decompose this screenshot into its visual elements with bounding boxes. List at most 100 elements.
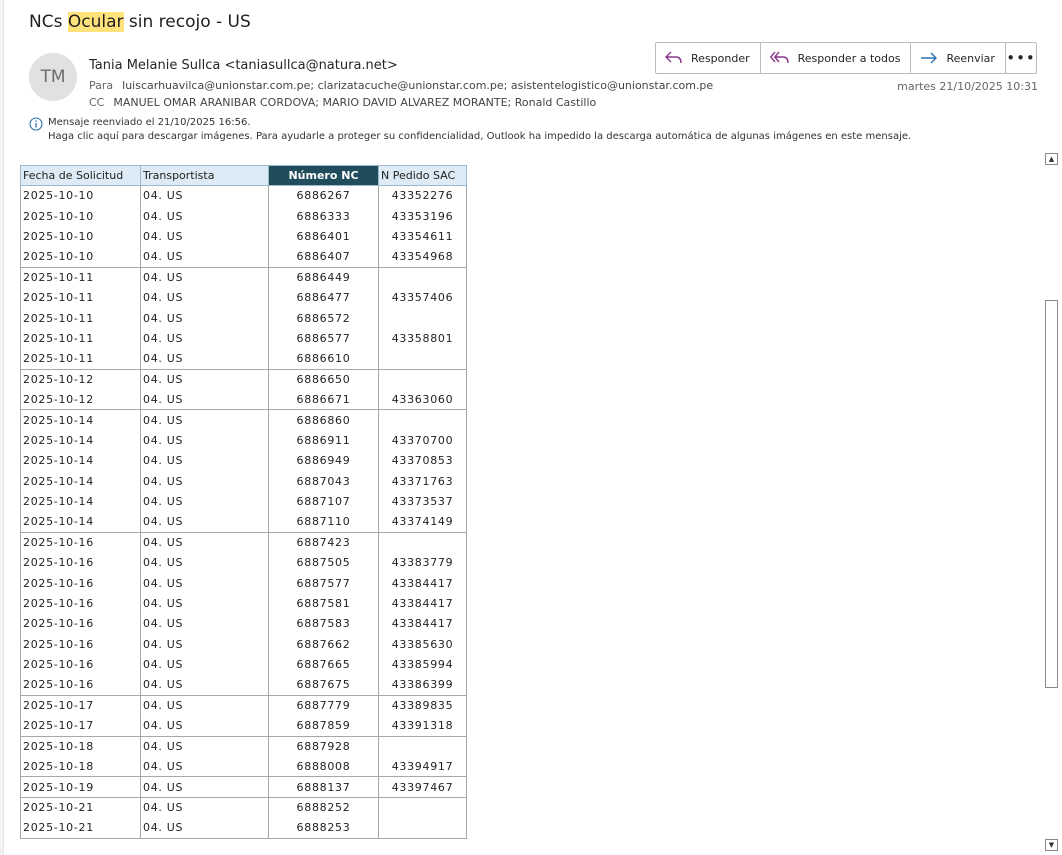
cell-fecha: 2025-10-10 bbox=[20, 185, 141, 206]
cell-pedido-sac: 43391318 bbox=[378, 715, 467, 737]
cell-fecha: 2025-10-16 bbox=[20, 552, 141, 573]
cc-recipients[interactable]: MANUEL OMAR ARANIBAR CORDOVA; MARIO DAVI… bbox=[113, 96, 596, 109]
cell-fecha: 2025-10-14 bbox=[20, 409, 141, 431]
cell-fecha: 2025-10-19 bbox=[20, 776, 141, 798]
table-row: 2025-10-11 04. US 6886572 bbox=[20, 307, 467, 329]
col-fecha-header: Fecha de Solicitud bbox=[20, 165, 141, 186]
scroll-up-arrow-icon[interactable]: ▲ bbox=[1045, 153, 1058, 165]
cell-numero-nc: 6886333 bbox=[268, 205, 379, 227]
info-bar[interactable]: Mensaje reenviado el 21/10/2025 16:56. H… bbox=[29, 116, 911, 144]
cell-transportista: 04. US bbox=[140, 246, 269, 268]
cell-pedido-sac: 43353196 bbox=[378, 205, 467, 227]
cell-pedido-sac bbox=[378, 531, 467, 553]
reply-button[interactable]: Responder bbox=[656, 43, 761, 73]
cell-numero-nc: 6887110 bbox=[268, 511, 379, 533]
cell-transportista: 04. US bbox=[140, 572, 269, 594]
sender-name[interactable]: Tania Melanie Sullca <taniasullca@natura… bbox=[89, 58, 398, 73]
cell-transportista: 04. US bbox=[140, 776, 269, 798]
table-row: 2025-10-10 04. US 6886333 43353196 bbox=[20, 205, 467, 227]
cell-transportista: 04. US bbox=[140, 348, 269, 370]
reply-all-label: Responder a todos bbox=[797, 51, 901, 65]
cell-fecha: 2025-10-10 bbox=[20, 205, 141, 227]
cell-transportista: 04. US bbox=[140, 531, 269, 553]
reply-all-button[interactable]: Responder a todos bbox=[761, 43, 912, 73]
forward-button[interactable]: Reenviar bbox=[911, 43, 1005, 73]
subject-prefix: NCs bbox=[29, 12, 68, 32]
cc-line: CC MANUEL OMAR ARANIBAR CORDOVA; MARIO DA… bbox=[89, 96, 596, 109]
nc-table: Fecha de Solicitud Transportista Número … bbox=[20, 165, 467, 839]
table-row: 2025-10-11 04. US 6886610 bbox=[20, 348, 467, 370]
cell-numero-nc: 6886449 bbox=[268, 266, 379, 288]
cell-transportista: 04. US bbox=[140, 756, 269, 777]
cell-transportista: 04. US bbox=[140, 511, 269, 533]
sender-avatar[interactable]: TM bbox=[29, 53, 77, 101]
cell-pedido-sac: 43394917 bbox=[378, 756, 467, 777]
cell-numero-nc: 6887779 bbox=[268, 694, 379, 716]
cell-numero-nc: 6886911 bbox=[268, 430, 379, 451]
cell-pedido-sac bbox=[378, 796, 467, 818]
forward-arrow-icon bbox=[921, 52, 938, 64]
table-row: 2025-10-18 04. US 6887928 bbox=[20, 735, 467, 757]
scroll-thumb[interactable] bbox=[1045, 300, 1058, 688]
cell-numero-nc: 6887583 bbox=[268, 613, 379, 635]
cell-numero-nc: 6888137 bbox=[268, 776, 379, 798]
cell-numero-nc: 6886949 bbox=[268, 450, 379, 471]
info-download-images-link[interactable]: Haga clic aquí para descargar imágenes. … bbox=[48, 130, 911, 144]
cell-numero-nc: 6887662 bbox=[268, 634, 379, 655]
cell-numero-nc: 6886407 bbox=[268, 246, 379, 268]
table-row: 2025-10-14 04. US 6887043 43371763 bbox=[20, 470, 467, 492]
cell-fecha: 2025-10-10 bbox=[20, 246, 141, 268]
cell-pedido-sac: 43389835 bbox=[378, 694, 467, 716]
cell-transportista: 04. US bbox=[140, 430, 269, 451]
cell-pedido-sac: 43370700 bbox=[378, 430, 467, 451]
table-row: 2025-10-16 04. US 6887665 43385994 bbox=[20, 654, 467, 675]
cell-fecha: 2025-10-14 bbox=[20, 450, 141, 471]
cell-fecha: 2025-10-17 bbox=[20, 694, 141, 716]
table-row: 2025-10-16 04. US 6887583 43384417 bbox=[20, 613, 467, 635]
cell-transportista: 04. US bbox=[140, 552, 269, 573]
cell-fecha: 2025-10-11 bbox=[20, 287, 141, 308]
email-subject: NCs Ocular sin recojo - US bbox=[29, 12, 251, 32]
vertical-scrollbar[interactable]: ▲ ▼ bbox=[1044, 152, 1059, 852]
cell-pedido-sac: 43358801 bbox=[378, 328, 467, 349]
message-actions: Responder Responder a todos Reenviar bbox=[655, 42, 1006, 74]
cell-transportista: 04. US bbox=[140, 328, 269, 349]
cell-transportista: 04. US bbox=[140, 368, 269, 390]
cell-numero-nc: 6887581 bbox=[268, 593, 379, 614]
more-actions-button[interactable]: ••• bbox=[1005, 42, 1037, 74]
cell-transportista: 04. US bbox=[140, 450, 269, 471]
cell-pedido-sac: 43386399 bbox=[378, 674, 467, 696]
to-recipients[interactable]: luiscarhuavilca@unionstar.com.pe; clariz… bbox=[122, 79, 713, 92]
cell-pedido-sac bbox=[378, 348, 467, 370]
cell-pedido-sac: 43383779 bbox=[378, 552, 467, 573]
cell-fecha: 2025-10-21 bbox=[20, 817, 141, 839]
cell-pedido-sac bbox=[378, 817, 467, 839]
cell-pedido-sac: 43357406 bbox=[378, 287, 467, 308]
cell-transportista: 04. US bbox=[140, 491, 269, 512]
cell-transportista: 04. US bbox=[140, 613, 269, 635]
scroll-down-arrow-icon[interactable]: ▼ bbox=[1045, 839, 1058, 851]
table-row: 2025-10-12 04. US 6886650 bbox=[20, 368, 467, 390]
cell-transportista: 04. US bbox=[140, 205, 269, 227]
cell-fecha: 2025-10-18 bbox=[20, 756, 141, 777]
cell-transportista: 04. US bbox=[140, 654, 269, 675]
table-header-row: Fecha de Solicitud Transportista Número … bbox=[20, 165, 467, 186]
cell-pedido-sac: 43385630 bbox=[378, 634, 467, 655]
table-row: 2025-10-14 04. US 6886949 43370853 bbox=[20, 450, 467, 471]
cell-numero-nc: 6886671 bbox=[268, 389, 379, 410]
table-row: 2025-10-18 04. US 6888008 43394917 bbox=[20, 756, 467, 777]
cell-fecha: 2025-10-16 bbox=[20, 654, 141, 675]
cell-transportista: 04. US bbox=[140, 674, 269, 696]
cell-pedido-sac: 43373537 bbox=[378, 491, 467, 512]
cell-fecha: 2025-10-12 bbox=[20, 368, 141, 390]
cell-numero-nc: 6888008 bbox=[268, 756, 379, 777]
cell-numero-nc: 6887859 bbox=[268, 715, 379, 737]
cell-fecha: 2025-10-16 bbox=[20, 593, 141, 614]
table-row: 2025-10-16 04. US 6887662 43385630 bbox=[20, 634, 467, 655]
reply-all-arrow-icon bbox=[769, 51, 789, 64]
cell-fecha: 2025-10-17 bbox=[20, 715, 141, 737]
info-circle-icon bbox=[29, 117, 43, 131]
table-row: 2025-10-21 04. US 6888253 bbox=[20, 817, 467, 839]
cell-transportista: 04. US bbox=[140, 266, 269, 288]
cell-transportista: 04. US bbox=[140, 796, 269, 818]
